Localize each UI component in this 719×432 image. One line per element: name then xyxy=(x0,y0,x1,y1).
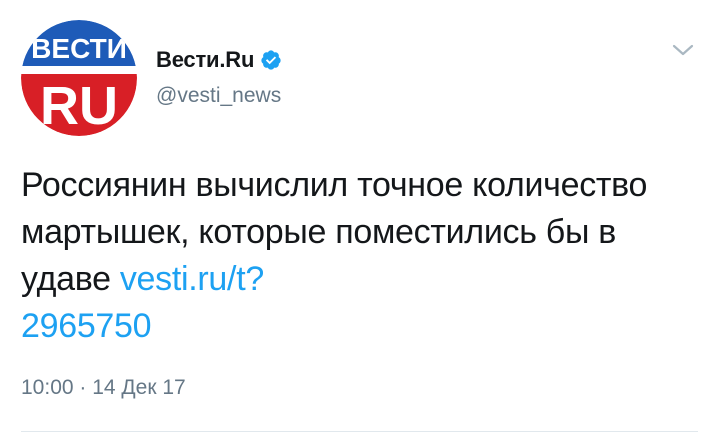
timestamp-separator: · xyxy=(73,376,93,399)
verified-badge-icon xyxy=(260,49,282,71)
avatar-bottom-text: RU xyxy=(40,76,118,136)
tweet-link-part1: vesti.ru/t? xyxy=(119,260,264,298)
tweet-link-part2: 2965750 xyxy=(21,307,152,345)
tweet-body: Россиянин вычислил точное количество мар… xyxy=(21,162,701,350)
author-avatar[interactable]: ВЕСТИ RU xyxy=(21,20,137,136)
author-name[interactable]: Вести.Ru xyxy=(156,47,254,73)
author-handle[interactable]: @vesti_news xyxy=(156,84,281,108)
avatar-top-text: ВЕСТИ xyxy=(31,33,127,64)
tweet-timestamp[interactable]: 10:00 · 14 Дек 17 xyxy=(21,376,186,400)
tweet-time: 10:00 xyxy=(21,376,74,399)
vesti-logo-icon: ВЕСТИ RU xyxy=(21,20,137,136)
tweet-card: ВЕСТИ RU Вести.Ru @vesti_news Россиянин … xyxy=(0,0,719,432)
tweet-date: 14 Дек 17 xyxy=(92,376,186,399)
author-name-row[interactable]: Вести.Ru xyxy=(156,47,282,73)
chevron-down-icon[interactable] xyxy=(672,42,694,58)
tweet-text: Россиянин вычислил точное количество мар… xyxy=(21,166,648,298)
